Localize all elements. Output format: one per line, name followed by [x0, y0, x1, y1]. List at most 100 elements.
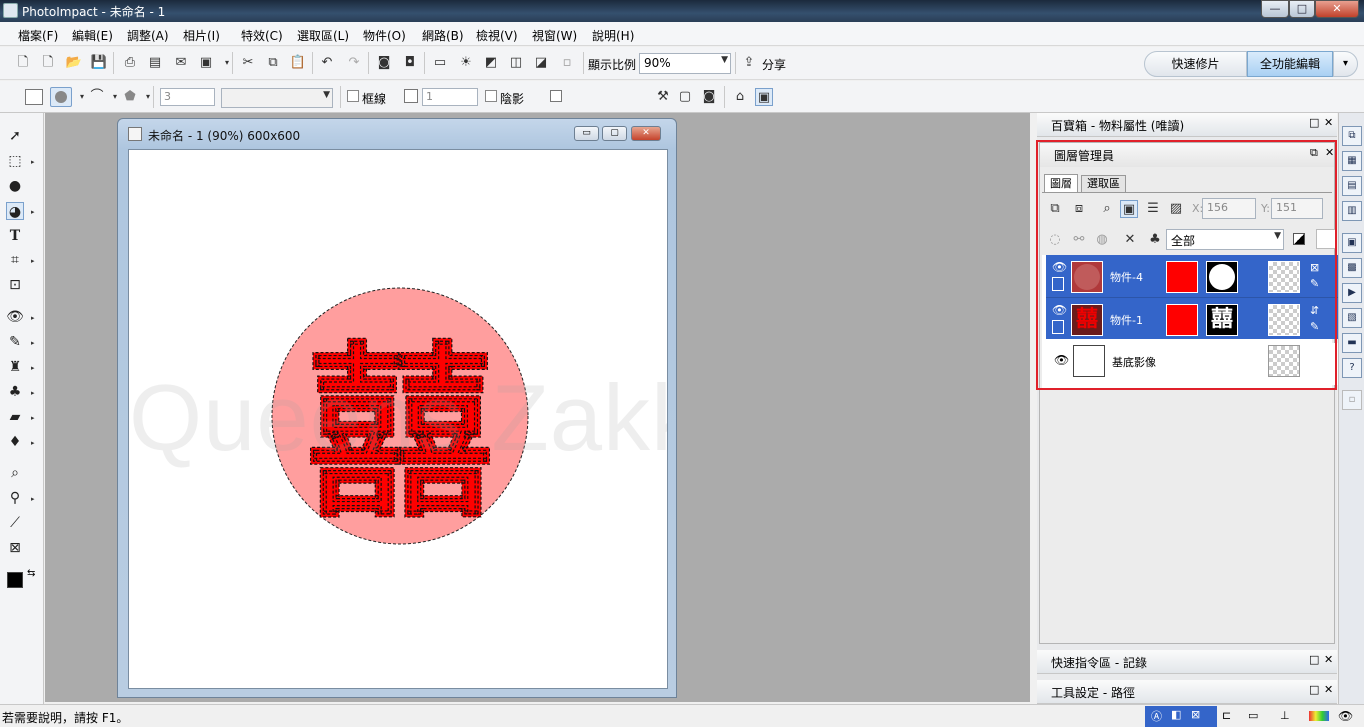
web-icon[interactable]: ◪	[532, 54, 550, 72]
measure-tool-icon[interactable]: ⊠	[6, 539, 24, 557]
histogram-icon[interactable]: ▬	[1342, 333, 1362, 353]
menu-adjust[interactable]: 調整(A)	[127, 27, 169, 44]
cut-icon[interactable]: ✂	[239, 54, 257, 72]
image-canvas[interactable]: 囍 Queens Zakka	[128, 149, 668, 689]
paste-icon[interactable]: 📋	[289, 54, 307, 72]
gallery-icon[interactable]: ▦	[1342, 151, 1362, 171]
crop-photo-icon[interactable]: ◩	[482, 54, 500, 72]
monitor-icon[interactable]: ▭	[431, 54, 449, 72]
grid-icon[interactable]: ▭	[1248, 709, 1258, 722]
undo-icon[interactable]: ↶	[318, 54, 336, 72]
path-tool-icon[interactable]: ◕	[6, 202, 24, 220]
object-icon[interactable]: ▢	[676, 88, 694, 106]
lasso-tool-icon[interactable]: ●	[6, 177, 24, 195]
sides-stepper[interactable]: 3	[160, 88, 215, 106]
layer-manager-icon[interactable]: ▣	[1342, 233, 1362, 253]
menu-window[interactable]: 視窗(W)	[532, 27, 577, 44]
home-icon[interactable]: ⌂	[731, 88, 749, 106]
tools-icon[interactable]: ⚒	[654, 88, 672, 106]
doc-minimize-button[interactable]: ▭	[574, 126, 599, 141]
polygon-shape-icon[interactable]: ⬟	[121, 88, 139, 106]
disabled-panel-icon[interactable]: ▫	[1342, 390, 1362, 410]
shadow-checkbox[interactable]	[485, 90, 497, 102]
clone-tool-icon[interactable]: ♣	[6, 383, 24, 401]
menu-object[interactable]: 物件(O)	[363, 27, 406, 44]
panel-pin-icon[interactable]: □	[1309, 116, 1319, 129]
crop-tool-icon[interactable]: ⌗	[6, 251, 24, 269]
menu-view[interactable]: 檢視(V)	[476, 27, 518, 44]
snap-icon[interactable]: ⊠	[1191, 708, 1200, 721]
brush-tool-icon[interactable]: ✎	[6, 333, 24, 351]
brightness-icon[interactable]: ☀	[457, 54, 475, 72]
panel-pin-icon[interactable]: □	[1309, 683, 1319, 696]
text-tool-icon[interactable]: T	[6, 227, 24, 245]
panel-toggle-icon[interactable]: ▣	[755, 88, 773, 106]
transform-tool-icon[interactable]: ⊡	[6, 276, 24, 294]
measure-icon[interactable]: ⊥	[1280, 709, 1290, 722]
minimize-button[interactable]: —	[1261, 0, 1289, 18]
stamp-tool-icon[interactable]: ♜	[6, 358, 24, 376]
zoom-tool-icon[interactable]: ⌕	[6, 464, 24, 482]
panel-close-icon[interactable]: ✕	[1324, 653, 1333, 666]
menu-help[interactable]: 說明(H)	[592, 27, 634, 44]
scan-icon[interactable]: ▣	[197, 54, 215, 72]
contrast-icon[interactable]: ◧	[1171, 708, 1181, 721]
object-props-icon[interactable]: ▥	[1342, 201, 1362, 221]
menu-photo[interactable]: 相片(I)	[183, 27, 220, 44]
frame-checkbox[interactable]	[347, 90, 359, 102]
panel-pin-icon[interactable]: □	[1309, 653, 1319, 666]
frame-width-stepper[interactable]: 1	[422, 88, 478, 106]
save-icon[interactable]: 💾	[90, 54, 108, 72]
panel-close-icon[interactable]: ✕	[1324, 683, 1333, 696]
foreground-color-swatch[interactable]	[7, 572, 23, 588]
view-eye-icon[interactable]: 👁	[1338, 709, 1353, 723]
camera-icon[interactable]: ◘	[401, 54, 419, 72]
mode-dropdown-button[interactable]: ▾	[1333, 51, 1358, 77]
preview-icon[interactable]: ▶	[1342, 283, 1362, 303]
palette-icon[interactable]	[1309, 711, 1329, 721]
chevron-down-icon[interactable]: ▾	[139, 88, 157, 106]
new-from-icon[interactable]: 🗋	[39, 54, 57, 72]
color-panel-icon[interactable]: ▩	[1342, 258, 1362, 278]
full-edit-mode-button[interactable]: 全功能編輯	[1247, 51, 1333, 77]
quick-fix-mode-button[interactable]: 快速修片	[1144, 51, 1247, 77]
maximize-button[interactable]: □	[1289, 0, 1315, 18]
tab-layers[interactable]: 圖層	[1044, 174, 1078, 192]
doc-maximize-button[interactable]: ▢	[602, 126, 627, 141]
menu-file[interactable]: 檔案(F)	[18, 27, 58, 44]
text-mode-icon[interactable]: Ⓐ	[1151, 708, 1162, 724]
material-icon[interactable]: ▤	[1342, 176, 1362, 196]
close-button[interactable]: ✕	[1315, 0, 1359, 18]
status-mode-icons[interactable]: Ⓐ ◧ ⊠	[1145, 706, 1217, 727]
menu-selection[interactable]: 選取區(L)	[297, 27, 349, 44]
frame-color-swatch[interactable]	[404, 89, 418, 103]
path-shape-icon[interactable]: ⌒	[88, 88, 106, 106]
retouch-tool-icon[interactable]: ⟋	[6, 514, 24, 532]
style-select[interactable]: ▼	[221, 88, 333, 108]
swap-colors-icon[interactable]: ⇆	[27, 568, 35, 579]
eye-dropper-tool-icon[interactable]: 👁	[6, 308, 24, 326]
redo-icon[interactable]: ↷	[345, 54, 363, 72]
shadow-options-button[interactable]	[550, 90, 562, 102]
color-picker-tool-icon[interactable]: ⚲	[6, 489, 24, 507]
quick-command-icon[interactable]: ▧	[1342, 308, 1362, 328]
panel-close-icon[interactable]: ✕	[1324, 116, 1333, 129]
camera-object-icon[interactable]: ◙	[700, 88, 718, 106]
menu-web[interactable]: 網路(B)	[422, 27, 464, 44]
share-label[interactable]: 分享	[762, 56, 786, 73]
easypalette-icon[interactable]: ⧉	[1342, 126, 1362, 146]
disabled-icon[interactable]: ▫	[558, 54, 576, 72]
menu-edit[interactable]: 編輯(E)	[72, 27, 113, 44]
batch-icon[interactable]: ◫	[507, 54, 525, 72]
pick-tool-icon[interactable]: ➚	[6, 127, 24, 145]
menu-effects[interactable]: 特效(C)	[241, 27, 283, 44]
open-file-icon[interactable]: 📂	[65, 54, 83, 72]
marquee-tool-icon[interactable]: ⬚	[6, 152, 24, 170]
chevron-down-icon[interactable]: ▾	[218, 54, 236, 72]
capture-icon[interactable]: ◙	[375, 54, 393, 72]
ruler-icon[interactable]: ⊏	[1222, 709, 1231, 722]
doc-close-button[interactable]: ✕	[631, 126, 661, 141]
share-icon[interactable]: ⇪	[740, 54, 758, 72]
print-icon[interactable]: ⎙	[121, 54, 139, 72]
eraser-tool-icon[interactable]: ▰	[6, 408, 24, 426]
